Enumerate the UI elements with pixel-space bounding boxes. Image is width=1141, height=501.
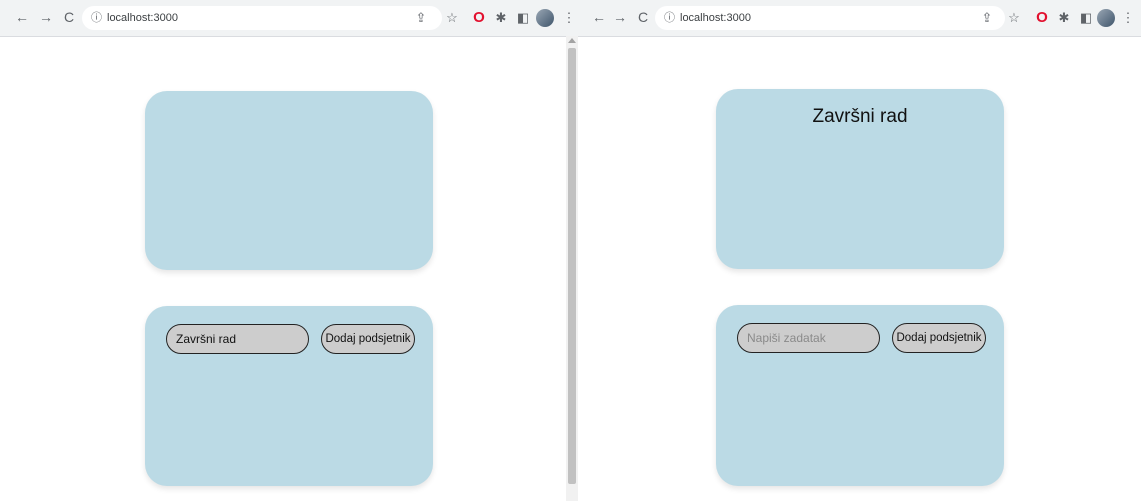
menu-kebab-icon[interactable]: ⋮ <box>560 9 578 27</box>
form-card: Dodaj podsjetnik <box>145 306 433 486</box>
reload-icon[interactable]: C <box>60 8 78 26</box>
opera-extension-icon[interactable]: O <box>470 9 488 27</box>
scrollbar-thumb[interactable] <box>568 48 576 484</box>
profile-avatar-icon[interactable]: ● <box>1097 9 1115 27</box>
browser-toolbar: ← → C ⓘ localhost:3000 ⇪ ☆ O ✱ ◧ ● ⋮ <box>0 0 580 37</box>
side-panel-icon[interactable]: ◧ <box>1077 9 1095 27</box>
side-panel-icon[interactable]: ◧ <box>514 9 532 27</box>
extensions-puzzle-icon[interactable]: ✱ <box>492 9 510 27</box>
form-card: Dodaj podsjetnik <box>716 305 1004 486</box>
scrollbar[interactable] <box>566 36 578 501</box>
right-browser-window: ← → C ⓘ localhost:3000 ⇪ ☆ O ✱ ◧ ● ⋮ Zav… <box>580 0 1141 501</box>
extensions-puzzle-icon[interactable]: ✱ <box>1055 9 1073 27</box>
share-icon[interactable]: ⇪ <box>412 9 430 27</box>
url-text: localhost:3000 <box>680 12 751 24</box>
bookmark-star-icon[interactable]: ☆ <box>443 9 461 27</box>
url-text: localhost:3000 <box>107 12 178 24</box>
reload-icon[interactable]: C <box>634 8 652 26</box>
back-icon[interactable]: ← <box>13 8 31 26</box>
task-input[interactable] <box>737 323 880 353</box>
info-icon[interactable]: ⓘ <box>91 6 102 30</box>
bookmark-star-icon[interactable]: ☆ <box>1005 9 1023 27</box>
share-icon[interactable]: ⇪ <box>978 9 996 27</box>
task-input[interactable] <box>166 324 309 354</box>
card-title: Završni rad <box>812 106 908 127</box>
back-icon[interactable]: ← <box>590 8 608 26</box>
left-browser-window: ← → C ⓘ localhost:3000 ⇪ ☆ O ✱ ◧ ● ⋮ Dod… <box>0 0 580 501</box>
address-bar[interactable]: ⓘ localhost:3000 <box>655 6 1005 30</box>
add-reminder-button[interactable]: Dodaj podsjetnik <box>321 324 415 354</box>
opera-extension-icon[interactable]: O <box>1033 9 1051 27</box>
title-card <box>145 91 433 270</box>
profile-avatar-icon[interactable]: ● <box>536 9 554 27</box>
forward-icon[interactable]: → <box>611 8 629 26</box>
add-reminder-button[interactable]: Dodaj podsjetnik <box>892 323 986 353</box>
forward-icon[interactable]: → <box>37 8 55 26</box>
menu-kebab-icon[interactable]: ⋮ <box>1119 9 1137 27</box>
info-icon[interactable]: ⓘ <box>664 6 675 30</box>
address-bar[interactable]: ⓘ localhost:3000 <box>82 6 442 30</box>
browser-toolbar: ← → C ⓘ localhost:3000 ⇪ ☆ O ✱ ◧ ● ⋮ <box>580 0 1141 37</box>
scroll-up-arrow-icon[interactable] <box>568 38 576 43</box>
title-card: Završni rad <box>716 89 1004 269</box>
